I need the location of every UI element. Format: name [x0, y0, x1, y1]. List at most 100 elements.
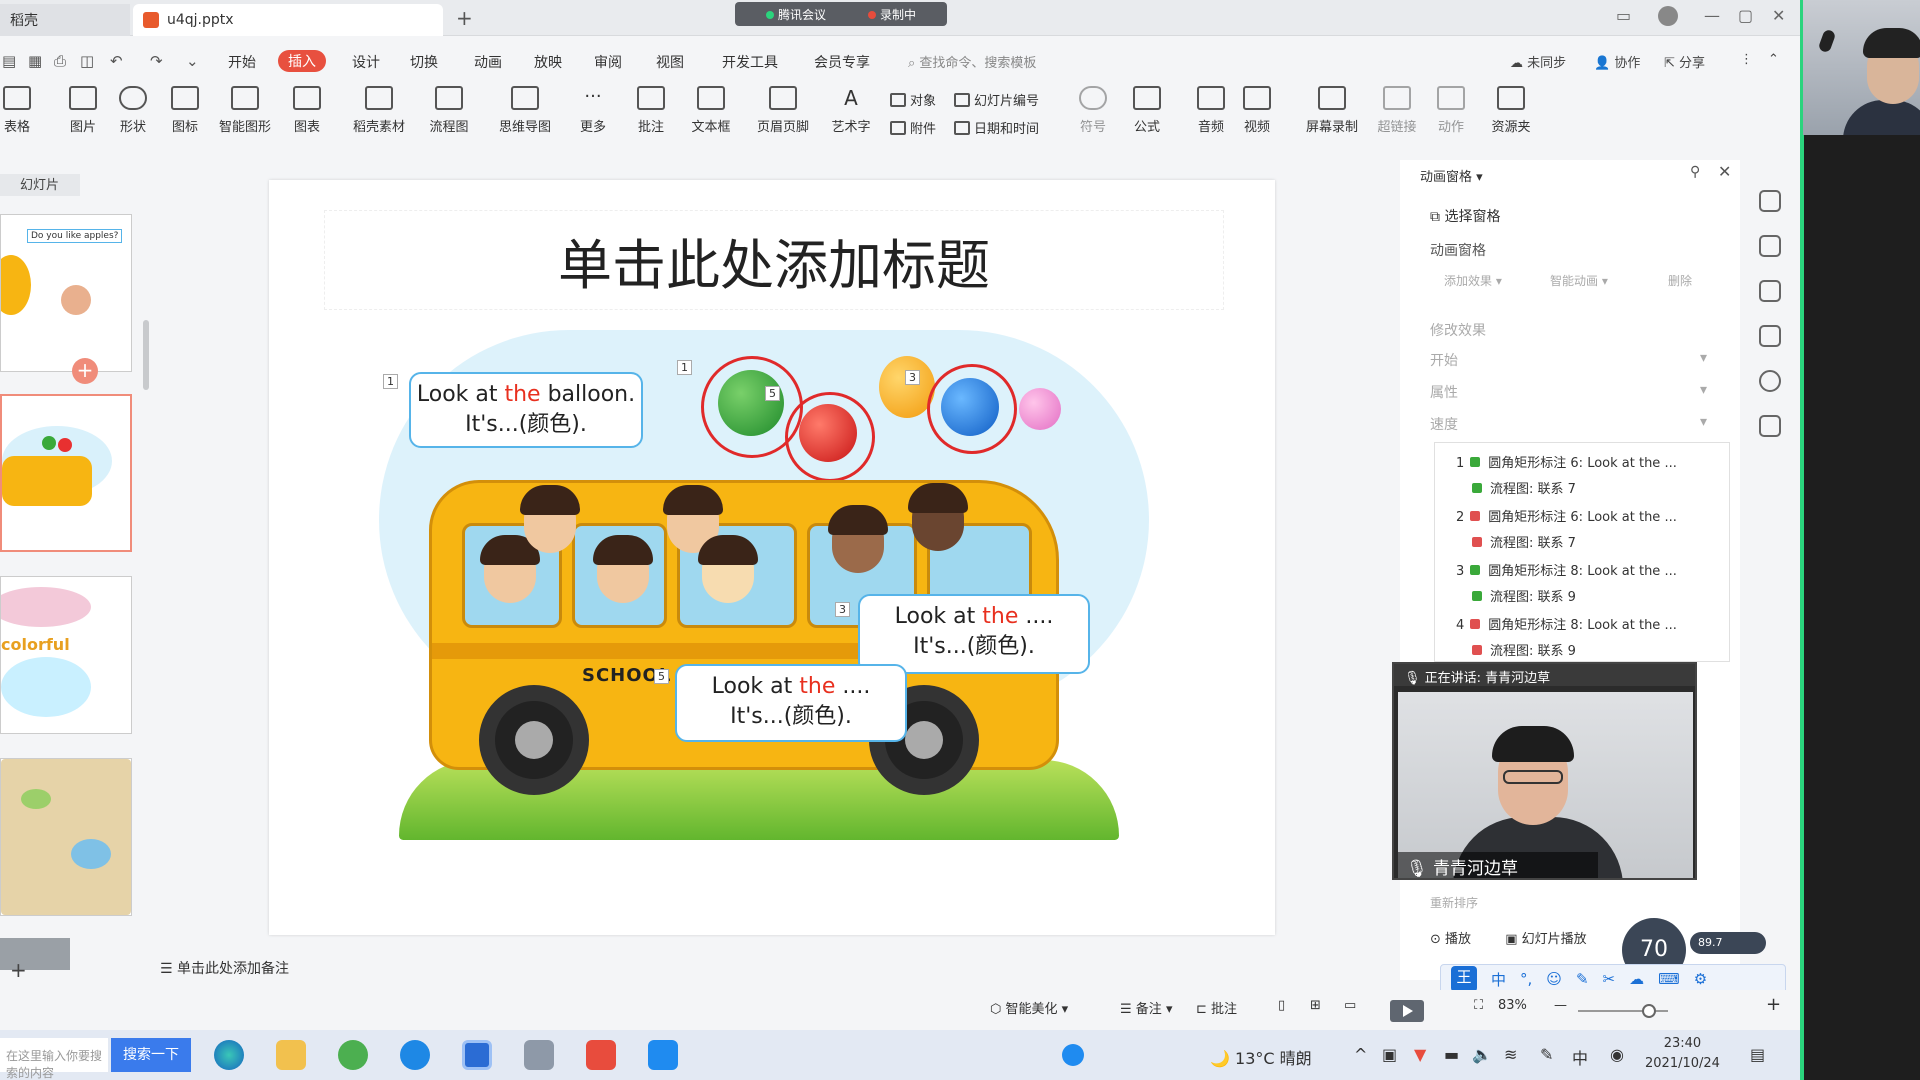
menu-animation[interactable]: 动画: [474, 52, 502, 72]
speech-bubble-3[interactable]: Look at the .... It's...(颜色).: [675, 664, 907, 742]
menu-transition[interactable]: 切换: [410, 52, 438, 72]
notes-button[interactable]: ☰ 备注 ▾: [1120, 998, 1172, 1017]
wifi-icon[interactable]: ≋: [1504, 1045, 1517, 1064]
ribbon-symbol[interactable]: 符号: [1062, 86, 1124, 135]
app-icon[interactable]: [462, 1040, 492, 1070]
taskbar-search-button[interactable]: 搜索一下: [111, 1038, 191, 1072]
help-icon[interactable]: [1759, 370, 1781, 392]
rocket-icon[interactable]: [1759, 190, 1781, 212]
ribbon-comment[interactable]: 批注: [620, 86, 682, 135]
animation-tag[interactable]: 3: [905, 370, 920, 385]
slide-thumbnail-2[interactable]: [0, 394, 132, 552]
animation-item-4[interactable]: 4 圆角矩形标注 8: Look at the ...: [1456, 614, 1677, 633]
assistant-icon[interactable]: [1062, 1044, 1084, 1066]
zoom-out-icon[interactable]: —: [1554, 998, 1567, 1013]
ribbon-chart[interactable]: 图表: [276, 86, 338, 135]
ime-tools-icon[interactable]: ✂: [1603, 970, 1616, 988]
reading-view-icon[interactable]: ▭: [1344, 998, 1356, 1013]
menu-review[interactable]: 审阅: [594, 52, 622, 72]
animation-tag[interactable]: 3: [835, 602, 850, 617]
ime-chinese-icon[interactable]: 中: [1491, 969, 1506, 990]
ime-logo-icon[interactable]: 王: [1451, 966, 1477, 992]
add-slide-icon[interactable]: +: [10, 958, 27, 982]
ime-pen-icon[interactable]: ✎: [1576, 970, 1589, 988]
ribbon-textbox[interactable]: 文本框: [680, 86, 742, 135]
animation-tag[interactable]: 5: [654, 669, 669, 684]
delete-button[interactable]: 删除: [1668, 272, 1692, 289]
battery-icon[interactable]: ▬: [1444, 1045, 1459, 1064]
redo-icon[interactable]: ↷: [150, 52, 163, 70]
ribbon-hyperlink[interactable]: 超链接: [1366, 86, 1428, 135]
ribbon-screen-record[interactable]: 屏幕录制: [1292, 86, 1372, 135]
tab-home[interactable]: 稻壳: [0, 4, 130, 36]
ribbon-wordart[interactable]: A 艺术字: [820, 86, 882, 135]
layout-icon[interactable]: ▭: [1616, 6, 1631, 25]
menu-member[interactable]: 会员专享: [814, 52, 870, 72]
print-icon[interactable]: ⎙: [54, 52, 66, 70]
animation-item-4b[interactable]: 流程图: 联系 9: [1466, 640, 1576, 659]
ribbon-video[interactable]: 视频: [1226, 86, 1288, 135]
collapse-ribbon-icon[interactable]: ⌃: [1768, 52, 1779, 67]
ime-settings-icon[interactable]: ⚙: [1694, 970, 1707, 988]
add-slide-after-icon[interactable]: +: [72, 358, 98, 384]
add-effect-button[interactable]: 添加效果 ▾: [1444, 272, 1502, 289]
ribbon-attachment[interactable]: 附件: [890, 118, 936, 137]
balloon-pink[interactable]: [1019, 388, 1061, 430]
pen-icon[interactable]: ✎: [1540, 1045, 1553, 1064]
speaker-video-window[interactable]: 🎙 正在讲话: 青青河边草 🎙 青青河边草: [1392, 662, 1697, 880]
new-tab-button[interactable]: +: [456, 6, 473, 30]
select-pane-link[interactable]: ⧉ 选择窗格: [1430, 206, 1500, 226]
menu-slideshow[interactable]: 放映: [534, 52, 562, 72]
ime-indicator[interactable]: 中: [1572, 1045, 1588, 1069]
speech-bubble-1[interactable]: Look at the balloon. It's...(颜色).: [409, 372, 643, 448]
share-button[interactable]: ⇱ 分享: [1664, 52, 1705, 71]
more-icon[interactable]: ⋮: [1740, 52, 1753, 67]
ribbon-action[interactable]: 动作: [1420, 86, 1482, 135]
ribbon-table[interactable]: 表格: [0, 86, 48, 135]
normal-view-icon[interactable]: ▯: [1278, 998, 1285, 1013]
camera-icon[interactable]: [524, 1040, 554, 1070]
menu-start[interactable]: 开始: [228, 52, 256, 72]
animation-item-2b[interactable]: 流程图: 联系 7: [1466, 532, 1576, 551]
smart-animation-button[interactable]: 智能动画 ▾: [1550, 272, 1608, 289]
animation-star-icon[interactable]: [1759, 280, 1781, 302]
ribbon-flowchart[interactable]: 流程图: [418, 86, 480, 135]
tray-wps-icon[interactable]: ▼: [1414, 1045, 1426, 1064]
tray-app-icon[interactable]: ▣: [1382, 1045, 1397, 1064]
ime-emoji-icon[interactable]: ☺: [1546, 970, 1562, 988]
slide-canvas[interactable]: 单击此处添加标题 SCHOOL BUS Look at the balloon.…: [269, 180, 1275, 935]
slide-thumbnail-3[interactable]: colorful: [0, 576, 132, 734]
zoom-slider-handle[interactable]: [1642, 1004, 1656, 1018]
pane-title[interactable]: 动画窗格 ▾: [1420, 166, 1483, 185]
menu-developer[interactable]: 开发工具: [722, 52, 778, 72]
slideshow-play-button[interactable]: [1390, 1000, 1424, 1022]
ribbon-icons[interactable]: 图标: [154, 86, 216, 135]
menu-insert[interactable]: 插入: [278, 50, 326, 72]
balloon-red[interactable]: [799, 404, 857, 462]
clock[interactable]: 23:40 2021/10/24: [1645, 1034, 1720, 1074]
minimize-icon[interactable]: —: [1704, 6, 1720, 25]
ribbon-resource-folder[interactable]: 资源夹: [1480, 86, 1542, 135]
taskbar-search-input[interactable]: 在这里输入你要搜索的内容: [0, 1038, 108, 1080]
backup-icon[interactable]: [1759, 415, 1781, 437]
tray-ime-icon[interactable]: ◉: [1610, 1045, 1624, 1064]
ribbon-smartart[interactable]: 智能图形: [214, 86, 276, 135]
tab-document[interactable]: u4qj.pptx: [133, 4, 443, 36]
ribbon-slide-number[interactable]: 幻灯片编号: [954, 90, 1039, 109]
notes-placeholder[interactable]: ☰ 单击此处添加备注: [160, 958, 289, 978]
ribbon-datetime[interactable]: 日期和时间: [954, 118, 1039, 137]
ime-keyboard-icon[interactable]: ⌨: [1658, 970, 1680, 988]
comment-button[interactable]: ⊏ 批注: [1196, 998, 1237, 1017]
zoom-level[interactable]: 83%: [1498, 998, 1527, 1013]
undo-icon[interactable]: ↶: [110, 52, 123, 70]
slides-panel-header[interactable]: 幻灯片: [0, 174, 80, 196]
animation-item-2[interactable]: 2 圆角矩形标注 6: Look at the ...: [1456, 506, 1677, 525]
close-icon[interactable]: ✕: [1772, 6, 1785, 25]
ribbon-mindmap[interactable]: 思维导图: [494, 86, 556, 135]
collab-button[interactable]: 👤 协作: [1594, 52, 1640, 71]
notifications-icon[interactable]: ▤: [1750, 1045, 1765, 1064]
property-dropdown[interactable]: 属性 ▾: [1430, 382, 1707, 402]
balloon-green[interactable]: [718, 370, 784, 436]
slide-title-placeholder[interactable]: 单击此处添加标题: [324, 210, 1224, 310]
tray-expand-icon[interactable]: ^: [1354, 1045, 1367, 1064]
